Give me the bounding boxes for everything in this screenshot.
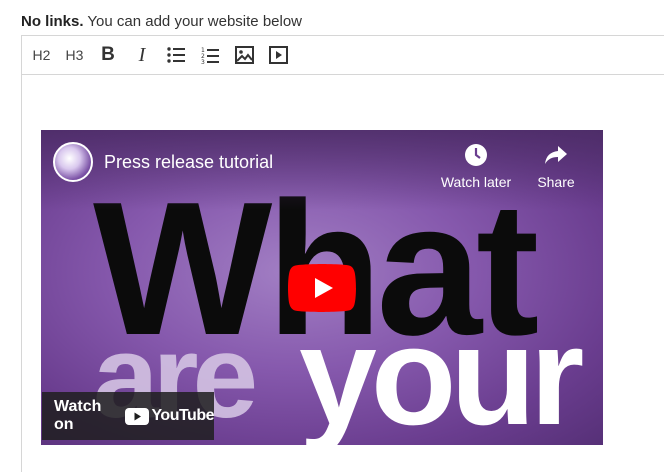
hint-text: You can add your website below bbox=[83, 13, 303, 30]
share-button[interactable]: Share bbox=[516, 142, 596, 190]
thumbnail-text-your: your bbox=[299, 297, 584, 446]
share-icon bbox=[545, 146, 567, 164]
image-icon bbox=[234, 46, 254, 64]
watch-later-label: Watch later bbox=[440, 174, 512, 190]
editor-hint: No links. You can add your website below bbox=[21, 13, 302, 30]
heading2-button[interactable]: H2 bbox=[25, 40, 58, 70]
clock-icon bbox=[465, 144, 487, 166]
share-label: Share bbox=[537, 174, 575, 190]
watch-later-button[interactable]: Watch later bbox=[436, 142, 516, 190]
editor-toolbar: H2 H3 B I 1 2 3 bbox=[22, 36, 664, 75]
hint-strong: No links. bbox=[21, 13, 84, 30]
numbered-list-button[interactable]: 1 2 3 bbox=[193, 40, 227, 70]
youtube-logo-icon: YouTube bbox=[125, 407, 214, 425]
rich-text-editor[interactable]: H2 H3 B I 1 2 3 are your Press release t… bbox=[21, 35, 664, 472]
bullet-list-icon bbox=[167, 47, 185, 63]
play-icon[interactable] bbox=[288, 264, 356, 312]
youtube-word: YouTube bbox=[151, 407, 214, 424]
italic-button[interactable]: I bbox=[125, 40, 159, 70]
watch-on-youtube-button[interactable]: Watch on YouTube bbox=[42, 392, 214, 440]
heading3-button[interactable]: H3 bbox=[58, 40, 91, 70]
video-title[interactable]: Press release tutorial bbox=[104, 152, 273, 173]
embedded-video[interactable]: What are your Press release tutorial Wat… bbox=[41, 130, 603, 445]
numbered-list-icon: 1 2 3 bbox=[201, 47, 219, 64]
bold-button[interactable]: B bbox=[91, 40, 125, 70]
watch-on-label: Watch on bbox=[54, 398, 102, 433]
channel-avatar[interactable] bbox=[53, 142, 93, 182]
bullet-list-button[interactable] bbox=[159, 40, 193, 70]
video-icon bbox=[268, 46, 288, 64]
insert-video-button[interactable] bbox=[261, 40, 295, 70]
insert-image-button[interactable] bbox=[227, 40, 261, 70]
svg-text:3: 3 bbox=[201, 59, 205, 64]
